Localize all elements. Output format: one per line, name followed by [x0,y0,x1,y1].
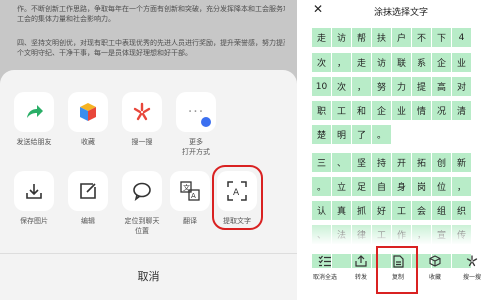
text-char-cell[interactable]: 走 [352,53,372,72]
text-row[interactable]: 三、坚持开拓创新 [312,153,472,172]
text-char-cell[interactable]: 企 [432,53,452,72]
text-row[interactable]: 职工和企业情况清 [312,101,472,120]
share-to-friend-button[interactable]: 发送给朋友 [6,92,62,147]
text-char-cell[interactable]: 和 [352,101,372,120]
text-row[interactable]: 10 次，努力提高对 [312,77,472,96]
text-char-cell[interactable]: 努 [372,77,392,96]
share-to-friend-label: 发送给朋友 [16,138,52,146]
text-char-cell[interactable]: 情 [412,101,432,120]
text-char-cell[interactable]: ， [352,77,372,96]
text-char-cell[interactable]: 次 [312,53,332,72]
download-icon [14,171,54,211]
text-char-cell[interactable]: 业 [452,53,472,72]
text-char-cell[interactable]: 企 [372,101,392,120]
edit-button[interactable]: 编辑 [60,171,116,226]
search-button[interactable]: 搜一搜 [453,254,491,281]
text-char-cell[interactable]: 10 [312,77,332,96]
more-icon: ··· [176,92,216,132]
text-char-cell[interactable]: 坚 [352,153,372,172]
search-label: 搜一搜 [462,274,481,281]
edit-label: 编辑 [81,217,95,225]
text-char-cell[interactable]: 楚 [312,125,332,144]
text-char-cell[interactable]: 了 [352,125,372,144]
svg-text:A: A [191,192,196,200]
share-sheet-screen: 作。不断创新工作思路，争取每年在一个方面有创新和突破，充分发挥降本和工会服务功能… [0,0,297,300]
text-row[interactable]: 走访帮扶户不下4 [312,28,472,47]
favorite-label: 收藏 [81,138,95,146]
favorite-button[interactable]: 收藏 [416,254,454,281]
text-char-cell[interactable]: 创 [432,153,452,172]
text-char-cell[interactable]: 走 [312,28,332,47]
text-char-cell[interactable]: 足 [352,177,372,196]
page-title: 涂抹选择文字 [373,8,428,18]
search-star-icon [122,92,162,132]
search-button[interactable]: 搜一搜 [114,92,170,147]
svg-text:文: 文 [183,183,190,192]
favorite-label: 收藏 [428,274,441,281]
share-arrow-icon [14,92,54,132]
more-open-options-button[interactable]: ··· 更多 打开方式 [168,92,224,157]
text-char-cell[interactable]: 岗 [412,177,432,196]
text-char-cell[interactable]: 职 [312,101,332,120]
highlight-copy-button [376,246,418,294]
text-char-cell[interactable]: 自 [372,177,392,196]
favorite-cube-outline-icon [416,254,454,268]
text-char-cell[interactable]: 业 [392,101,412,120]
deselect-list-icon [306,254,344,268]
text-char-cell[interactable]: 力 [392,77,412,96]
text-char-cell[interactable]: 持 [372,153,392,172]
edit-icon [68,171,108,211]
save-image-button[interactable]: 保存图片 [6,171,62,226]
cancel-button[interactable]: 取消 [0,268,297,284]
text-char-cell[interactable]: 明 [332,125,352,144]
text-char-cell[interactable]: 帮 [352,28,372,47]
deselect-all-button[interactable]: 取消全选 [306,254,344,281]
search-label: 搜一搜 [131,138,153,146]
text-char-cell[interactable]: 户 [392,28,412,47]
text-char-cell[interactable]: 4 [452,28,472,47]
text-row[interactable]: 。立足自身岗位， [312,177,472,196]
search-star-outline-icon [453,254,491,268]
text-char-cell[interactable]: ， [332,53,352,72]
text-char-cell[interactable]: 况 [432,101,452,120]
more-open-options-label: 更多 打开方式 [182,138,210,156]
text-char-cell[interactable]: 清 [452,101,472,120]
favorite-cube-icon [68,92,108,132]
text-char-cell[interactable]: 、 [332,153,352,172]
translate-icon: 文 A [170,171,210,211]
text-char-cell[interactable]: 对 [452,77,472,96]
text-char-cell[interactable]: 访 [372,53,392,72]
sheet-divider [0,253,297,254]
text-char-cell[interactable]: 身 [392,177,412,196]
text-row[interactable]: 次，走访联系企业 [312,53,472,72]
forward-icon [342,254,380,268]
text-char-cell[interactable]: 联 [392,53,412,72]
text-char-cell[interactable]: 次 [332,77,352,96]
text-char-cell[interactable]: 不 [412,28,432,47]
text-char-cell[interactable]: 系 [412,53,432,72]
save-image-label: 保存图片 [20,217,48,225]
text-char-cell[interactable]: 新 [452,153,472,172]
text-char-cell[interactable]: 访 [332,28,352,47]
text-char-cell[interactable]: 拓 [412,153,432,172]
text-char-cell[interactable]: 提 [412,77,432,96]
deselect-all-label: 取消全选 [312,274,337,281]
text-char-cell[interactable]: 工 [332,101,352,120]
text-char-cell[interactable]: 。 [372,125,392,144]
highlight-extract-text [212,165,263,230]
chat-bubble-icon [122,171,162,211]
text-char-cell[interactable]: 高 [432,77,452,96]
text-char-cell[interactable]: 下 [432,28,452,47]
text-char-cell[interactable]: 位 [432,177,452,196]
forward-label: 转发 [354,274,367,281]
text-row[interactable]: 楚明了。 [312,125,392,144]
text-char-cell[interactable]: 。 [312,177,332,196]
text-char-cell[interactable]: 三 [312,153,332,172]
text-char-cell[interactable]: 立 [332,177,352,196]
text-char-cell[interactable]: ， [452,177,472,196]
text-char-cell[interactable]: 开 [392,153,412,172]
forward-button[interactable]: 转发 [342,254,380,281]
text-char-cell[interactable]: 扶 [372,28,392,47]
favorite-button[interactable]: 收藏 [60,92,116,147]
